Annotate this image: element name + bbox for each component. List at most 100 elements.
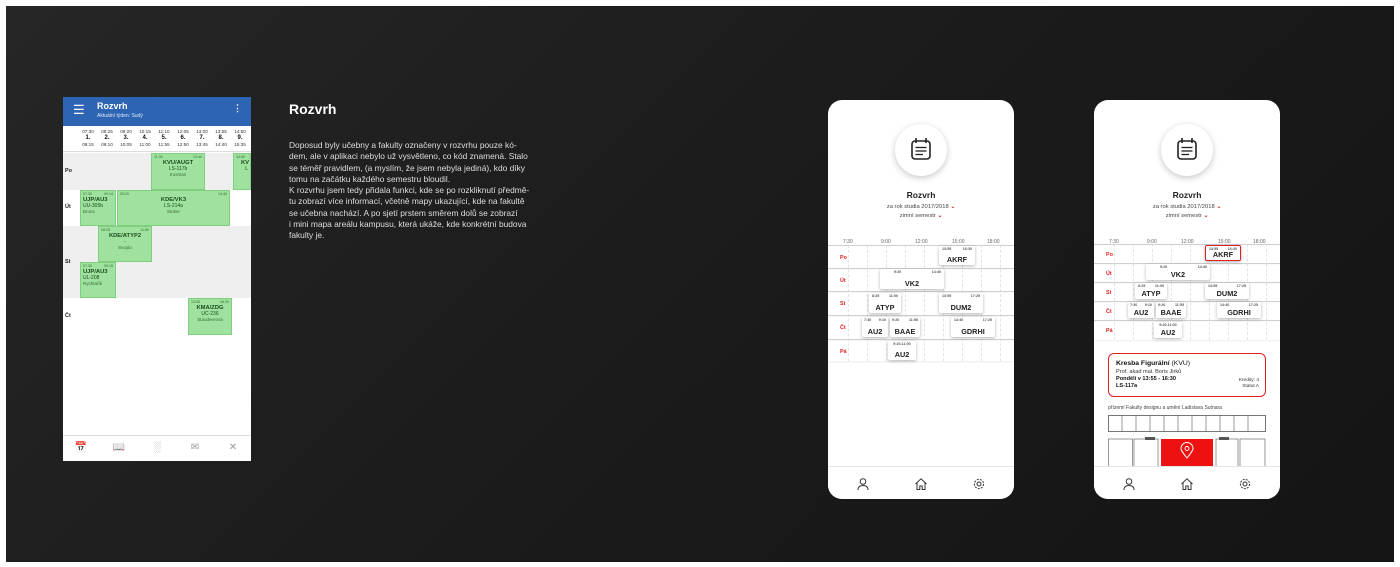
lesson-end: 11:50	[140, 228, 149, 232]
card-code: VK2	[904, 279, 920, 288]
lesson-block[interactable]: 07:30 09:15 UJP/AU3 UL-208 Rychtařík	[80, 262, 116, 298]
course-when: Pondělí v 13:55 - 16:30	[1116, 376, 1177, 382]
kebab-icon[interactable]: ⋮	[233, 103, 242, 114]
lesson-teacher: Svojdo	[118, 245, 132, 250]
card-end: 9:10	[878, 318, 886, 322]
card-start: 8:25	[872, 294, 880, 298]
card-code: AU2	[894, 350, 910, 359]
course-status: Statut A	[1242, 384, 1259, 389]
course-room: LS-117a	[1116, 383, 1138, 389]
profile-icon[interactable]	[856, 477, 870, 491]
course-credits: Kredity: 4	[1238, 378, 1259, 383]
presentation-background: ☰ Rozvrh Aktuální týden: Sudý ⋮ 07:30 1. 0…	[6, 6, 1394, 562]
course-card[interactable]: 13:55 16:30 AKRF	[939, 246, 975, 265]
course-card[interactable]: 9:20 14:40 VK2	[880, 269, 944, 289]
lesson-start: 14:50	[236, 155, 245, 159]
lesson-block[interactable]: 09:20 14:40 KDE/VK3 LS-214a Stoker	[117, 190, 230, 226]
card-start: 9:20-11:00	[1159, 323, 1177, 327]
course-card[interactable]: 9:20-11:00 AU2	[1154, 322, 1182, 338]
mail-icon[interactable]: ✉	[185, 442, 205, 453]
lesson-end: 09:14	[104, 192, 113, 196]
lesson-block[interactable]: 08:25 11:50 KDE/ATYP2 - Svojdo	[98, 226, 152, 262]
card-end: 17:25	[982, 318, 992, 322]
day-row: St	[1094, 282, 1280, 301]
chevron-down-icon: ⌄	[1203, 213, 1209, 219]
lesson-start: 09:20	[120, 192, 129, 196]
description-line: i mini mapa areálu kampusu, která ukáže,…	[289, 219, 527, 230]
lesson-teacher: Stoker	[166, 209, 180, 214]
card-end: 16:30	[962, 247, 972, 251]
slot-3: 09:20 3. 10:05	[120, 129, 132, 147]
settings-icon[interactable]	[972, 477, 986, 491]
day-label: Pá	[1106, 328, 1113, 334]
home-icon[interactable]	[914, 477, 928, 491]
chart-icon[interactable]: ░	[147, 442, 167, 453]
course-card[interactable]: 8:25 11:00 ATYP	[869, 293, 901, 313]
slot-9: 14:50 9. 15:35	[234, 129, 246, 147]
slot-5: 11:10 5. 11:55	[158, 129, 170, 147]
course-card[interactable]: 7:30 9:10 AU2	[862, 317, 888, 337]
calendar-icon[interactable]: 📅	[71, 442, 91, 453]
course-card[interactable]: 13:55 17:25 DUM2	[1205, 283, 1249, 299]
lesson-block[interactable]: 14:50 KV L	[233, 153, 251, 190]
card-code: BAAE	[1160, 308, 1182, 317]
course-card[interactable]: 9:20 11:55 BAAE	[1156, 302, 1186, 318]
semester-selector[interactable]: zimní semestr ⌄	[828, 213, 1014, 219]
lesson-teacher: Kosman	[169, 172, 187, 177]
semester-selector[interactable]: zimní semestr ⌄	[1094, 213, 1280, 219]
old-day-row-po: Po 11:30 13:40 KVU/AUGT LS-117b Kosman 1…	[63, 153, 251, 190]
lesson-start: 11:30	[154, 155, 163, 159]
screen-title: Rozvrh	[906, 190, 936, 200]
year-selector[interactable]: za rok studia 2017/2018 ⌄	[828, 204, 1014, 210]
course-card[interactable]: 8:25 11:00 ATYP	[1135, 283, 1167, 299]
lesson-block[interactable]: 13:55 16:30 KMA/ZDG UC-236 Staudeerová	[188, 298, 232, 335]
description-line: se učebna nachází. A po sjetí prstem smě…	[289, 207, 518, 218]
section-description: Doposud byly učebny a fakulty označeny v…	[289, 140, 639, 242]
course-card[interactable]: 14:40 17:25 GDRHI	[951, 317, 995, 337]
slot-8: 13:55 8. 14:40	[215, 129, 227, 147]
course-detail-card[interactable]: Kresba Figurální (KVU) Prof. akad mal. B…	[1108, 353, 1266, 397]
card-code: AU2	[1133, 308, 1149, 317]
card-start: 9:20	[894, 270, 902, 274]
day-label: St	[840, 301, 846, 307]
hamburger-icon[interactable]: ☰	[73, 102, 85, 118]
lesson-teacher: Staudeerová	[197, 317, 223, 322]
card-end: 17:25	[1248, 303, 1258, 307]
year-selector[interactable]: za rok studia 2017/2018 ⌄	[1094, 204, 1280, 210]
profile-icon[interactable]	[1122, 477, 1136, 491]
lesson-block[interactable]: 11:30 13:40 KVU/AUGT LS-117b Kosman	[151, 153, 205, 190]
book-icon[interactable]: 📖	[109, 442, 129, 453]
tools-icon[interactable]: ✕	[223, 442, 243, 453]
day-label: St	[65, 259, 71, 265]
card-code: VK2	[1170, 270, 1186, 279]
course-card[interactable]: 9:20 11:55 BAAE	[890, 317, 920, 337]
course-card[interactable]: 9:20-11:00 AU2	[888, 341, 916, 360]
card-end: 11:00	[1155, 284, 1164, 288]
bottom-tab-bar	[1094, 466, 1280, 499]
description-line: fakulty je.	[289, 230, 325, 241]
settings-icon[interactable]	[1238, 477, 1252, 491]
semester-label: zimní semestr	[899, 213, 936, 219]
card-end: 14:40	[1197, 265, 1207, 269]
lesson-end: 16:30	[220, 300, 229, 304]
course-card[interactable]: 7:30 9:10 AU2	[1128, 302, 1154, 318]
floor-map[interactable]	[1108, 415, 1266, 467]
course-card-selected[interactable]: 13:55 16:30 AKRF	[1205, 245, 1241, 261]
card-code: AKRF	[946, 255, 968, 264]
year-label: za rok studia 2017/2018	[1152, 204, 1215, 210]
home-icon[interactable]	[1180, 477, 1194, 491]
card-code: GDRHI	[1227, 308, 1251, 317]
course-card[interactable]: 13:55 17:25 DUM2	[939, 293, 983, 313]
map-caption: přízemí Fakulty designu a umění Ladislav…	[1108, 405, 1222, 411]
old-app-subtitle: Aktuální týden: Sudý	[97, 113, 143, 119]
day-row: Po	[828, 245, 1014, 268]
card-end: 11:00	[889, 294, 898, 298]
calendar-icon	[895, 124, 947, 176]
course-card[interactable]: 9:20 14:40 VK2	[1146, 264, 1210, 280]
course-card[interactable]: 14:40 17:25 GDRHI	[1217, 302, 1261, 318]
lesson-start: 08:25	[101, 228, 110, 232]
card-start: 7:30	[1130, 303, 1138, 307]
old-day-row-ut: Út 07:30 09:14 UJP/AU3 UU-305b Brons 09:…	[63, 190, 251, 226]
lesson-block[interactable]: 07:30 09:14 UJP/AU3 UU-305b Brons	[80, 190, 116, 226]
lesson-start: 07:30	[83, 264, 92, 268]
